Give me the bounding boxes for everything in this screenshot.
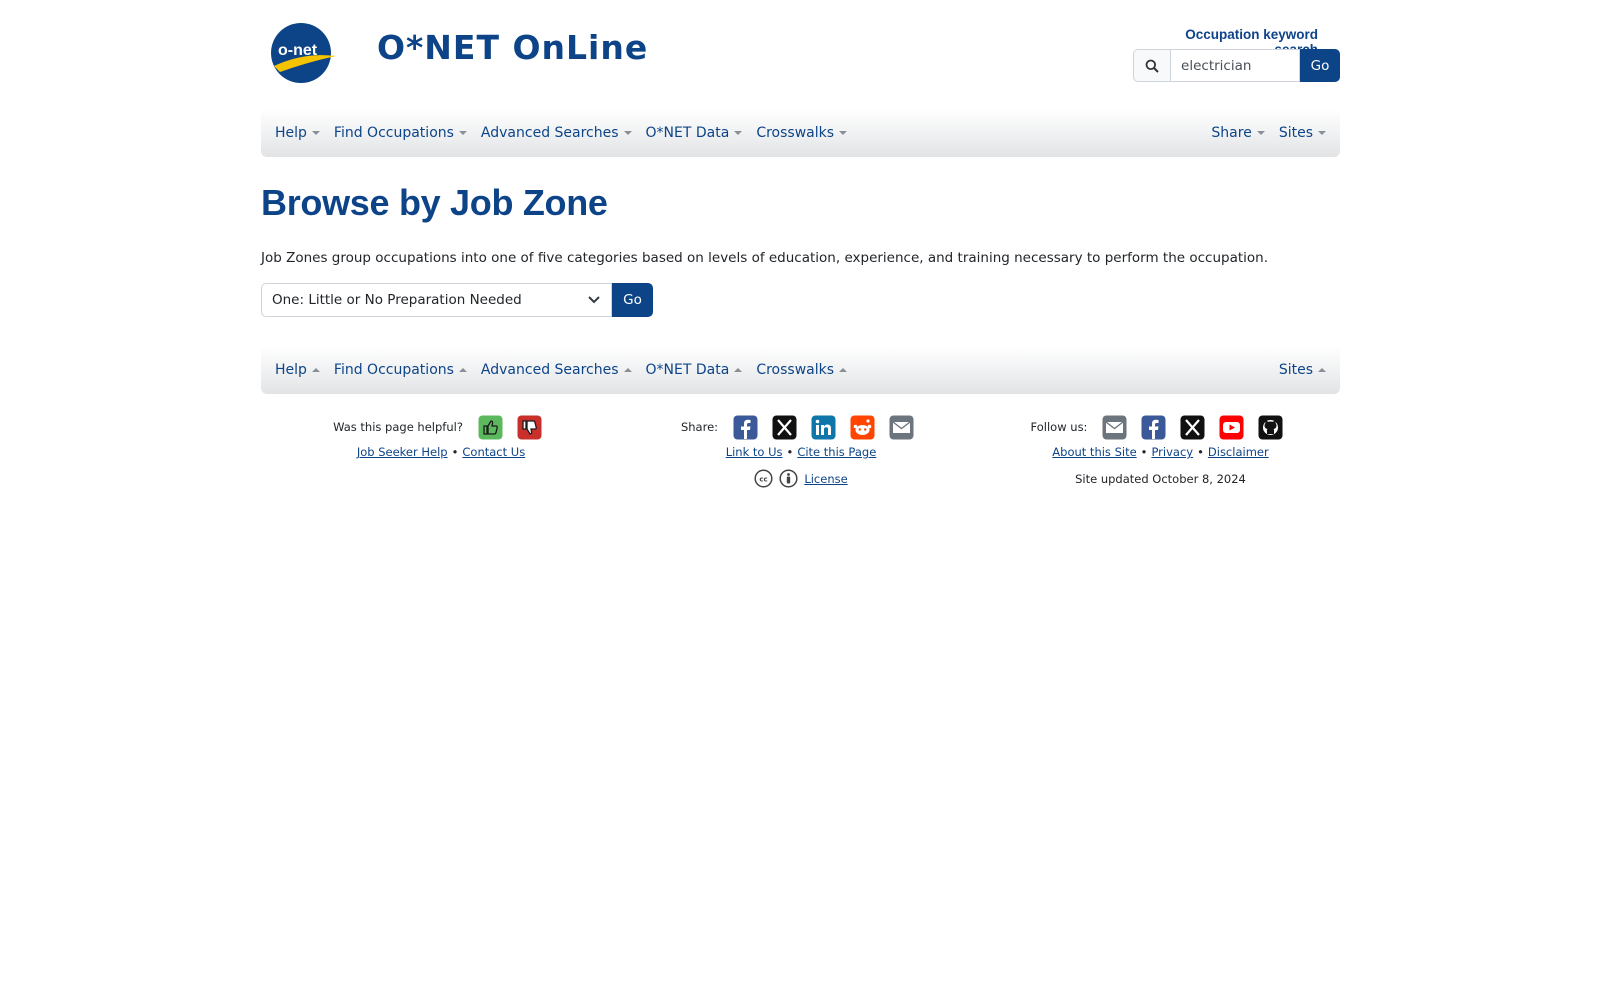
caret-up-icon [1318,368,1326,372]
caret-up-icon [311,368,320,372]
job-zone-select-value: One: Little or No Preparation Needed [272,292,522,308]
nav-crosswalks[interactable]: Crosswalks [756,125,848,141]
feedback-section: Was this page helpful? Job Seeker Help • C… [261,412,621,459]
attribution-icon [779,469,798,488]
chevron-down-icon [588,296,600,304]
share-label: Share: [680,420,719,434]
job-zone-select[interactable]: One: Little or No Preparation Needed [261,283,612,317]
footer-nav-advanced-searches[interactable]: Advanced Searches [481,362,632,378]
x-twitter-icon[interactable] [772,415,797,440]
footer-nav-crosswalks[interactable]: Crosswalks [756,362,848,378]
onet-logo[interactable]: o-net [266,22,338,85]
logo-text: o-net [278,42,318,59]
job-seeker-help-link[interactable]: Job Seeker Help [357,445,448,459]
nav-share[interactable]: Share [1211,125,1265,141]
nav-sites[interactable]: Sites [1279,125,1326,141]
helpful-label: Was this page helpful? [333,420,463,434]
follow-section: Follow us: About this Site • Privacy • Discl… [981,412,1340,486]
follow-youtube-icon[interactable] [1219,415,1244,440]
thumbs-down-icon[interactable] [517,415,542,440]
site-updated-text: Site updated October 8, 2024 [1075,472,1246,486]
top-navbar: Help Find Occupations Advanced Searches … [261,109,1340,157]
caret-up-icon [458,368,467,372]
job-zone-go-button[interactable]: Go [612,283,653,317]
bottom-navbar: Help Find Occupations Advanced Searches … [261,346,1340,394]
page-title: Browse by Job Zone [261,182,608,223]
privacy-link[interactable]: Privacy [1151,445,1193,459]
caret-down-icon [1318,131,1326,135]
nav-help[interactable]: Help [275,125,320,141]
search-group: Go [1133,49,1340,82]
nav-find-occupations[interactable]: Find Occupations [334,125,467,141]
caret-down-icon [839,131,848,135]
follow-email-icon[interactable] [1102,415,1127,440]
caret-down-icon [458,131,467,135]
bullet-separator: • [786,445,794,459]
reddit-icon[interactable] [850,415,875,440]
facebook-icon[interactable] [733,415,758,440]
email-icon[interactable] [889,415,914,440]
follow-x-twitter-icon[interactable] [1180,415,1205,440]
nav-onet-data[interactable]: O*NET Data [646,125,743,141]
footer-nav-onet-data[interactable]: O*NET Data [646,362,743,378]
share-section: Share: Link to Us • Cite this Page cc Li… [621,412,981,488]
footer-nav-help[interactable]: Help [275,362,320,378]
disclaimer-link[interactable]: Disclaimer [1208,445,1269,459]
caret-down-icon [734,131,743,135]
caret-up-icon [623,368,632,372]
about-site-link[interactable]: About this Site [1052,445,1136,459]
caret-up-icon [839,368,848,372]
page-container: o-net O*NET OnLine Occupation keyword se… [261,0,1340,1000]
site-title[interactable]: O*NET OnLine [377,28,648,67]
follow-facebook-icon[interactable] [1141,415,1166,440]
footer-nav-sites[interactable]: Sites [1279,362,1326,378]
footer-nav-find-occupations[interactable]: Find Occupations [334,362,467,378]
cite-page-link[interactable]: Cite this Page [797,445,876,459]
follow-github-icon[interactable] [1258,415,1283,440]
bullet-separator: • [1197,445,1204,459]
search-go-button[interactable]: Go [1300,49,1340,82]
caret-down-icon [623,131,632,135]
bullet-separator: • [1140,445,1148,459]
link-to-us-link[interactable]: Link to Us [726,445,783,459]
creative-commons-icon: cc [754,469,773,488]
linkedin-icon[interactable] [811,415,836,440]
nav-advanced-searches[interactable]: Advanced Searches [481,125,632,141]
svg-text:cc: cc [760,476,768,484]
caret-up-icon [734,368,743,372]
follow-label: Follow us: [1030,420,1088,434]
caret-down-icon [311,131,320,135]
caret-down-icon [1256,131,1265,135]
bullet-separator: • [451,445,459,459]
license-link[interactable]: License [804,472,847,486]
search-icon [1133,49,1171,82]
contact-us-link[interactable]: Contact Us [462,445,525,459]
thumbs-up-icon[interactable] [478,415,503,440]
intro-text: Job Zones group occupations into one of … [261,250,1269,266]
search-input[interactable] [1170,49,1301,82]
